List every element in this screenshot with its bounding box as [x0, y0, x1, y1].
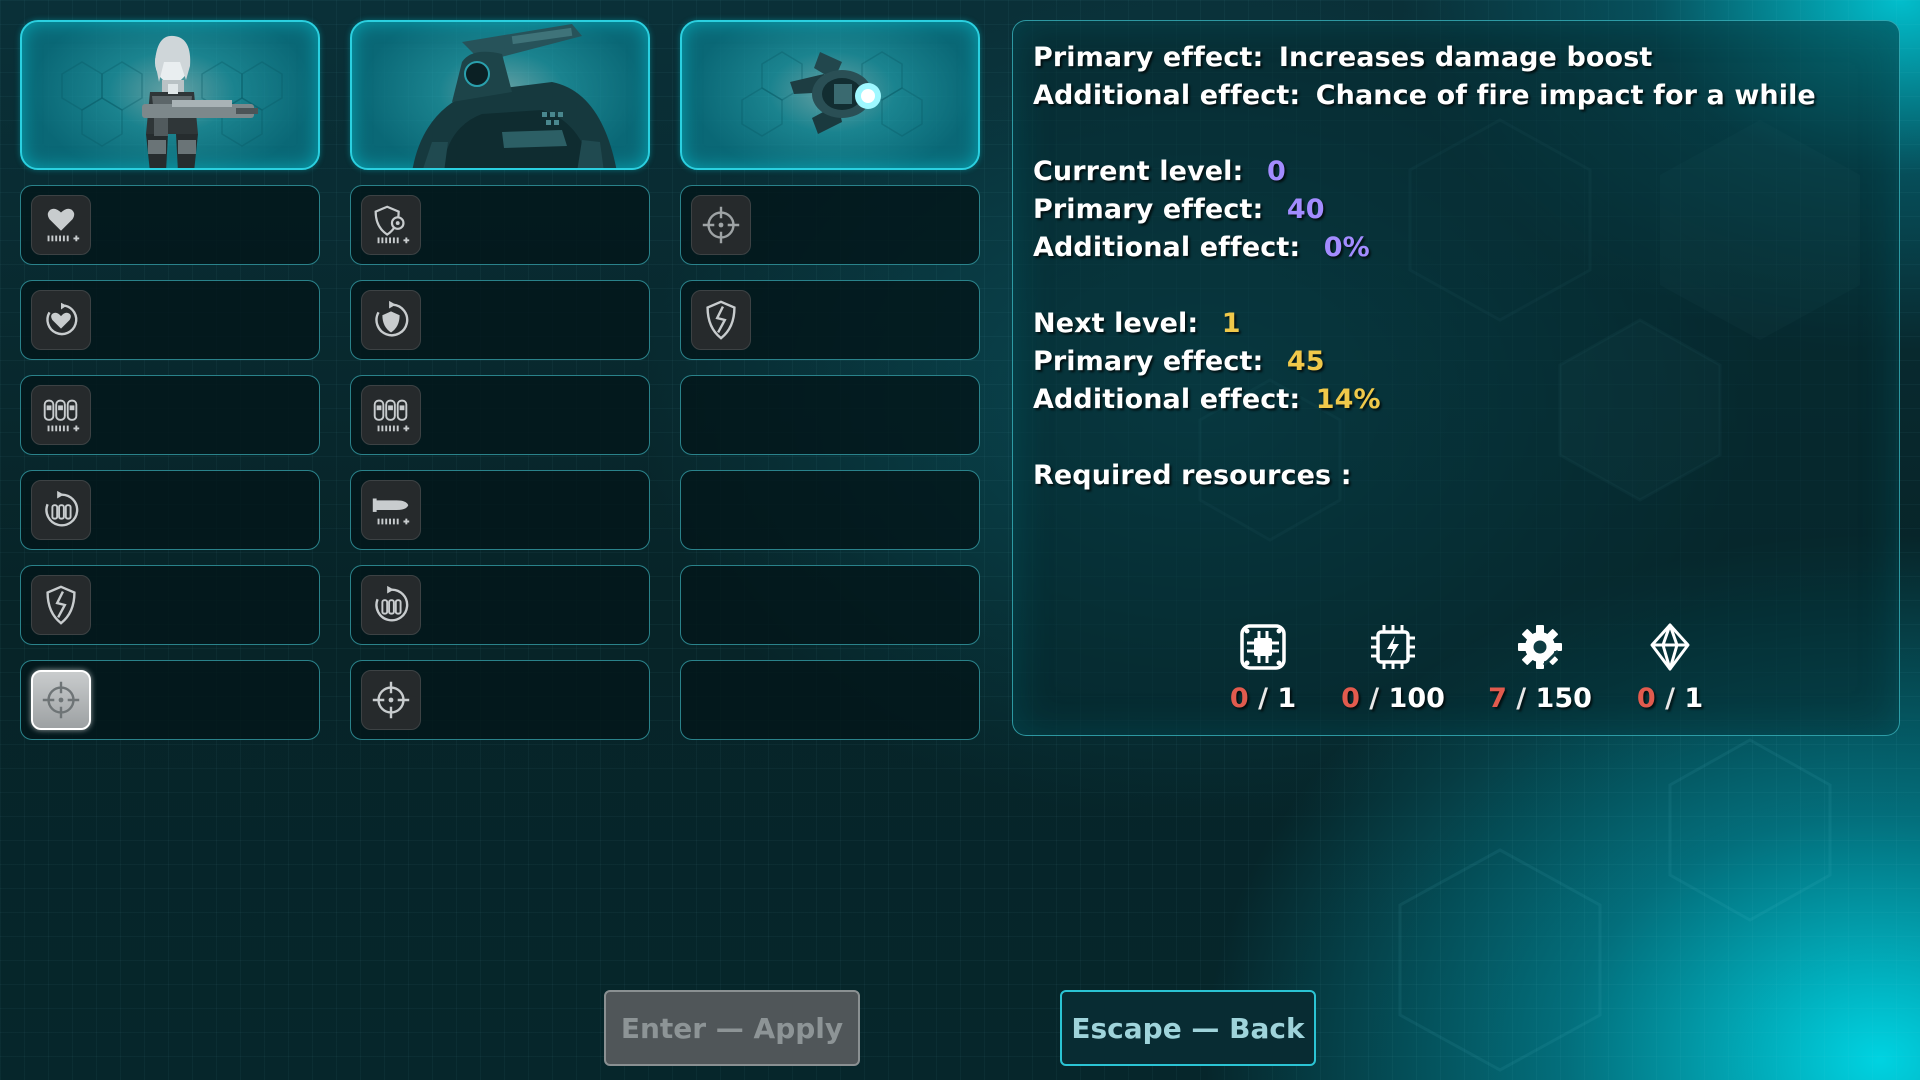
current-primary-value: 40: [1286, 194, 1325, 225]
required-resources-label: Required resources :: [1033, 460, 1352, 491]
upgrade-slot[interactable]: [20, 185, 320, 265]
upgrade-slot-empty: [680, 375, 980, 455]
resource-crystal: 0 / 1: [1595, 621, 1745, 714]
additional-effect-label: Additional effect:: [1033, 80, 1301, 111]
next-primary-label: Primary effect:: [1033, 346, 1264, 377]
armor-break-icon: [691, 290, 751, 350]
next-primary-row: Primary effect: 45: [1033, 346, 1325, 377]
unit-portrait-operative[interactable]: [20, 20, 320, 170]
current-additional-label: Additional effect:: [1033, 232, 1301, 263]
upgrade-slot[interactable]: [350, 660, 650, 740]
next-additional-row: Additional effect: 14%: [1033, 384, 1381, 415]
current-primary-row: Primary effect: 40: [1033, 194, 1325, 225]
current-level-label: Current level:: [1033, 156, 1244, 187]
upgrade-slot[interactable]: [20, 280, 320, 360]
unit-column-mech: [350, 20, 650, 740]
resource-energy-chip: 0 / 100: [1318, 621, 1468, 714]
additional-effect-text: Chance of fire impact for a while: [1315, 80, 1816, 111]
ammo-reload-icon: [31, 480, 91, 540]
upgrade-slot-empty: [680, 565, 980, 645]
resource-have: 7: [1488, 683, 1507, 714]
crystal-icon: [1650, 623, 1690, 671]
current-level-row: Current level: 0: [1033, 156, 1286, 187]
apply-button[interactable]: Enter — Apply: [604, 990, 860, 1066]
resource-need: 1: [1277, 683, 1297, 714]
upgrade-slot[interactable]: [20, 375, 320, 455]
current-additional-row: Additional effect: 0%: [1033, 232, 1370, 263]
heart-health-plus-icon: [31, 195, 91, 255]
resource-separator: /: [1369, 683, 1380, 714]
next-additional-value: 14%: [1315, 384, 1381, 415]
upgrade-info-panel: Primary effect: Increases damage boost A…: [1012, 20, 1900, 736]
next-primary-value: 45: [1286, 346, 1325, 377]
next-level-label: Next level:: [1033, 308, 1199, 339]
primary-effect-text: Increases damage boost: [1278, 42, 1653, 73]
ammo-capacity-plus-icon: [361, 385, 421, 445]
energy-chip-icon: [1371, 625, 1415, 669]
shield-gear-plus-icon: [361, 195, 421, 255]
upgrade-slot[interactable]: [680, 280, 980, 360]
resource-need: 1: [1684, 683, 1704, 714]
primary-effect-description: Primary effect: Increases damage boost: [1033, 42, 1652, 73]
upgrade-slot-empty: [680, 470, 980, 550]
upgrade-slot[interactable]: [350, 280, 650, 360]
rocket-plus-icon: [361, 480, 421, 540]
unit-column-drone: [680, 20, 980, 740]
upgrade-slot[interactable]: [350, 185, 650, 265]
next-level-row: Next level: 1: [1033, 308, 1241, 339]
primary-effect-label: Primary effect:: [1033, 42, 1264, 73]
resource-separator: /: [1665, 683, 1675, 714]
upgrade-slot[interactable]: [20, 660, 320, 740]
gear-icon: [1518, 625, 1562, 669]
upgrade-slot[interactable]: [350, 565, 650, 645]
resource-have: 0: [1636, 683, 1656, 714]
current-primary-label: Primary effect:: [1033, 194, 1264, 225]
next-level-value: 1: [1221, 308, 1241, 339]
armor-break-icon: [31, 575, 91, 635]
resource-need: 100: [1388, 683, 1445, 714]
upgrade-slot[interactable]: [680, 185, 980, 265]
resource-have: 0: [1341, 683, 1360, 714]
crosshair-icon: [361, 670, 421, 730]
unit-portrait-mech[interactable]: [350, 20, 650, 170]
ammo-reload-icon: [361, 575, 421, 635]
resource-separator: /: [1258, 683, 1268, 714]
resource-gear: 7 / 150: [1465, 621, 1615, 714]
upgrade-slot[interactable]: [350, 375, 650, 455]
current-level-value: 0: [1266, 156, 1286, 187]
upgrade-slot[interactable]: [20, 470, 320, 550]
next-additional-label: Additional effect:: [1033, 384, 1301, 415]
resource-have: 0: [1229, 683, 1249, 714]
heart-regen-icon: [31, 290, 91, 350]
resource-need: 150: [1535, 683, 1592, 714]
crosshair-icon: [31, 670, 91, 730]
unit-portrait-drone[interactable]: [680, 20, 980, 170]
back-button[interactable]: Escape — Back: [1060, 990, 1316, 1066]
unit-column-operative: [20, 20, 320, 740]
shield-regen-icon: [361, 290, 421, 350]
resource-circuit-board: 0 / 1: [1188, 621, 1338, 714]
upgrade-slot[interactable]: [350, 470, 650, 550]
upgrade-slot-empty: [680, 660, 980, 740]
resource-separator: /: [1516, 683, 1527, 714]
upgrade-slot[interactable]: [20, 565, 320, 645]
additional-effect-description: Additional effect: Chance of fire impact…: [1033, 80, 1816, 111]
current-additional-value: 0%: [1323, 232, 1370, 263]
ammo-capacity-plus-icon: [31, 385, 91, 445]
circuit-board-icon: [1240, 624, 1286, 670]
crosshair-icon: [691, 195, 751, 255]
